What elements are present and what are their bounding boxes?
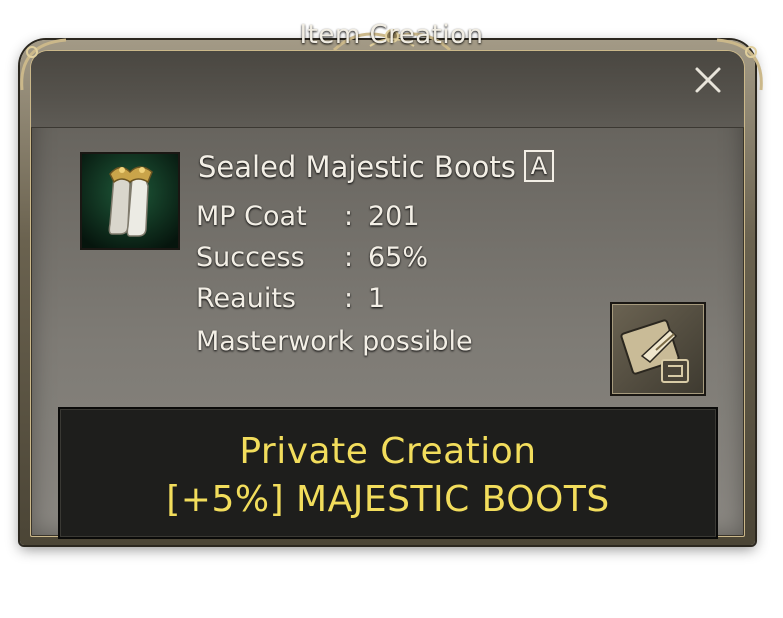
close-icon	[695, 67, 721, 93]
create-button-item: [+5%] MAJESTIC BOOTS	[166, 479, 610, 520]
item-name-text: Sealed Majestic Boots	[198, 150, 516, 184]
masterwork-note: Masterwork possible	[196, 326, 473, 357]
recipe-button[interactable]	[610, 302, 706, 396]
stat-separator: :	[344, 283, 354, 314]
stat-results: Reauits:1	[196, 283, 385, 314]
stat-mp-cost: MP Coat:201	[196, 201, 420, 232]
close-button[interactable]	[690, 62, 726, 98]
item-icon-slot[interactable]	[80, 152, 180, 250]
stat-value: 201	[368, 201, 420, 232]
private-creation-button[interactable]: Private Creation [+5%] MAJESTIC BOOTS	[58, 407, 718, 539]
stat-label: Success	[196, 242, 305, 273]
stat-separator: :	[344, 201, 354, 232]
title-bar	[31, 51, 744, 128]
stat-label: MP Coat	[196, 201, 307, 232]
item-name: Sealed Majestic Boots A	[198, 150, 555, 184]
grade-badge: A	[523, 150, 555, 182]
window-title: Item Creation	[299, 20, 484, 50]
create-button-label: Private Creation	[239, 431, 537, 472]
majestic-boots-icon	[82, 154, 178, 248]
stat-label: Reauits	[196, 283, 296, 314]
stat-value: 65%	[368, 242, 429, 273]
stat-success: Success:65%	[196, 242, 428, 273]
stat-value: 1	[368, 283, 386, 314]
recipe-book-icon	[620, 319, 689, 383]
item-creation-screen: Item Creation Sealed Majestic Boots A MP…	[0, 0, 783, 618]
stat-separator: :	[344, 242, 354, 273]
